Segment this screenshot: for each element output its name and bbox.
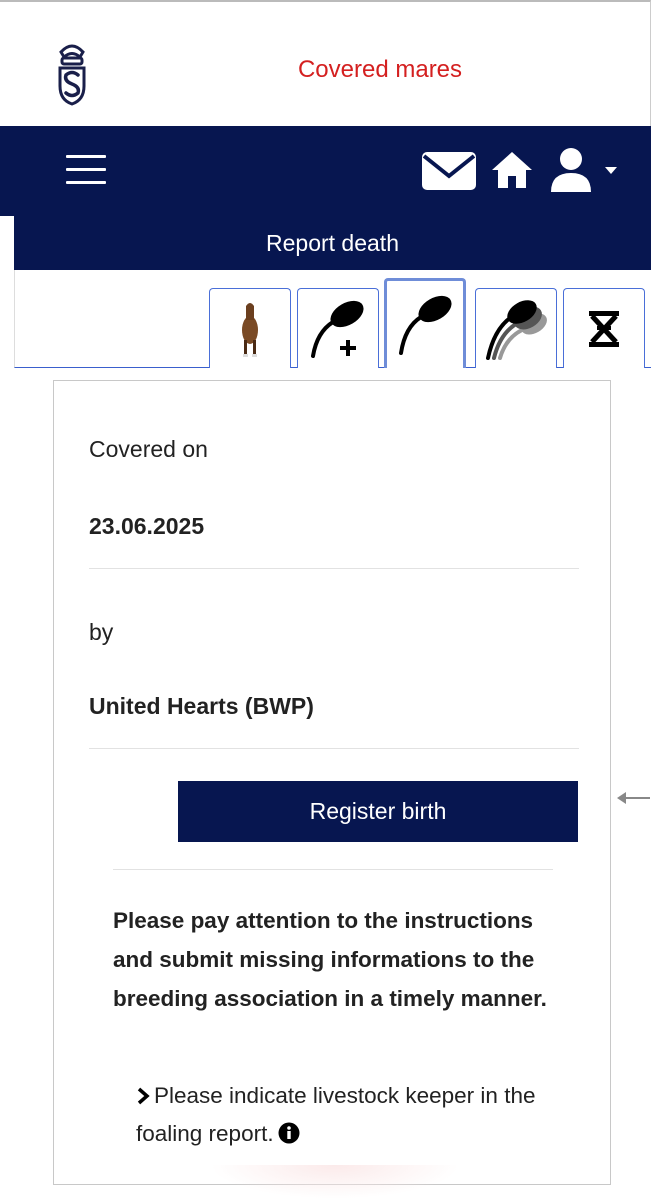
tab-strip [14, 270, 651, 368]
menu-icon[interactable] [66, 155, 106, 187]
tab-coverings-history[interactable] [475, 288, 557, 368]
page-title: Covered mares [297, 56, 463, 83]
info-icon[interactable] [278, 1122, 300, 1144]
top-bar: Covered mares [0, 0, 651, 126]
sperm-plus-icon [311, 300, 364, 358]
by-label: by [89, 619, 114, 645]
user-icon[interactable] [548, 146, 594, 194]
association-logo-icon [58, 44, 86, 106]
covering-details-card: Covered on 23.06.2025 by United Hearts (… [53, 380, 611, 1185]
chevron-right-icon [137, 1087, 150, 1105]
dna-icon [589, 310, 619, 347]
tab-horse[interactable] [209, 288, 291, 368]
report-death-link[interactable]: Report death [266, 230, 399, 257]
caret-down-icon[interactable] [604, 165, 618, 175]
horse-icon [242, 302, 258, 357]
divider [89, 748, 579, 749]
mail-icon[interactable] [420, 148, 478, 192]
divider [89, 568, 579, 569]
tab-add-covering[interactable] [297, 288, 379, 368]
instruction-text: Please indicate livestock keeper in the … [136, 1083, 536, 1146]
instruction-item: Please indicate livestock keeper in the … [136, 1077, 556, 1153]
navbar-actions [420, 144, 618, 196]
register-birth-button[interactable]: Register birth [178, 781, 578, 842]
covered-on-label: Covered on [89, 436, 208, 462]
divider [113, 869, 553, 870]
arrow-left-icon [617, 792, 650, 804]
sperm-icon [399, 295, 452, 355]
stallion-name: United Hearts (BWP) [89, 693, 314, 719]
sperm-multiple-icon [486, 299, 547, 360]
home-icon[interactable] [490, 150, 534, 190]
tab-covering[interactable] [384, 278, 466, 368]
report-death-bar[interactable]: Report death [14, 216, 651, 270]
instructions-notice: Please pay attention to the instructions… [113, 908, 547, 1011]
tab-dna[interactable] [563, 288, 645, 368]
bottom-fade [210, 1165, 460, 1199]
covered-on-value: 23.06.2025 [89, 513, 205, 539]
